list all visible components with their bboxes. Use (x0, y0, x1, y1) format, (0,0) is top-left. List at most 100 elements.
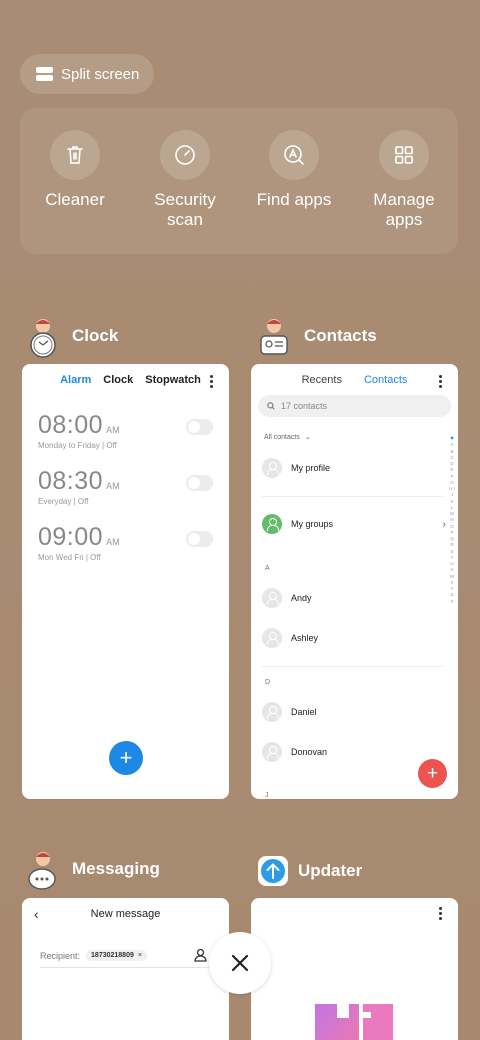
contacts-app-card[interactable]: Recents Contacts 17 contacts All contact… (251, 364, 458, 799)
messaging-app-header[interactable]: Messaging (26, 851, 160, 890)
contacts-app-header[interactable]: Contacts (258, 318, 377, 355)
contact-name: Andy (291, 593, 312, 603)
grid-icon (379, 130, 429, 180)
avatar (262, 742, 282, 762)
divider (262, 666, 444, 667)
clock-app-title: Clock (72, 326, 119, 345)
split-screen-button[interactable]: Split screen (20, 54, 154, 94)
alarm-item[interactable]: 09:00 AM Mon Wed Fri | Off (38, 523, 213, 573)
alarm-repeat: Monday to Friday | Off (38, 441, 117, 450)
avatar (262, 588, 282, 608)
clock-tabs: Alarm Clock Stopwatch (22, 374, 229, 386)
updater-app-card[interactable] (251, 898, 458, 1040)
alarm-ampm: AM (106, 481, 120, 491)
recipient-number: 18730218809 (91, 952, 134, 959)
find-apps-button[interactable]: Find apps (239, 130, 349, 210)
tab-stopwatch[interactable]: Stopwatch (145, 374, 201, 386)
clock-app-icon (26, 318, 62, 358)
contacts-search-input[interactable]: 17 contacts (258, 395, 451, 417)
updater-app-icon (258, 856, 288, 886)
alarm-toggle[interactable] (186, 475, 213, 491)
chevron-down-icon: ⌄ (304, 434, 311, 441)
close-all-button[interactable] (209, 932, 271, 994)
groups-icon (262, 514, 282, 534)
cleaner-button[interactable]: Cleaner (20, 130, 130, 210)
tab-contacts[interactable]: Contacts (364, 374, 407, 386)
search-placeholder: 17 contacts (281, 401, 328, 411)
alphabet-letters: A B C D E F G H I J K L M N O P Q R S T … (449, 442, 455, 604)
contacts-more-icon[interactable] (439, 375, 442, 388)
search-app-icon (269, 130, 319, 180)
contact-name: Donovan (291, 747, 328, 757)
split-screen-icon (36, 66, 53, 82)
clock-app-card[interactable]: Alarm Clock Stopwatch 08:00 AM Monday to … (22, 364, 229, 799)
filter-label: All contacts (264, 434, 300, 441)
alarm-repeat: Everyday | Off (38, 497, 89, 506)
alarm-time: 08:00 (38, 411, 104, 439)
clock-more-icon[interactable] (210, 375, 213, 388)
contact-row[interactable]: Daniel (262, 701, 446, 723)
alphabet-index[interactable]: ♥ A B C D E F G H I J K L M N O P Q R S … (449, 436, 455, 605)
find-apps-label: Find apps (256, 190, 332, 209)
search-icon (267, 402, 275, 410)
contact-row[interactable]: Donovan (262, 741, 446, 763)
add-alarm-button[interactable]: + (109, 741, 143, 775)
updater-app-header[interactable]: Updater (258, 856, 362, 886)
contacts-app-title: Contacts (304, 326, 377, 345)
recipient-label: Recipient: (40, 950, 81, 961)
contacts-filter-dropdown[interactable]: All contacts ⌄ (264, 433, 311, 441)
close-icon (231, 954, 249, 972)
my-profile-label: My profile (291, 463, 331, 473)
messaging-app-title: Messaging (72, 859, 160, 878)
tab-clock[interactable]: Clock (103, 374, 133, 386)
alarm-toggle[interactable] (186, 531, 213, 547)
section-letter: J (265, 792, 269, 799)
new-message-title: New message (90, 908, 161, 920)
tab-recents[interactable]: Recents (302, 374, 342, 386)
divider (262, 496, 444, 497)
section-letter: D (265, 679, 271, 686)
updater-app-title: Updater (298, 861, 363, 880)
clock-app-header[interactable]: Clock (26, 318, 119, 358)
cleaner-label: Cleaner (45, 190, 105, 209)
recipient-chip[interactable]: 18730218809 × (86, 950, 147, 961)
contacts-tabs: Recents Contacts (251, 374, 458, 386)
tab-alarm[interactable]: Alarm (60, 374, 91, 386)
avatar (262, 458, 282, 478)
gauge-icon (160, 130, 210, 180)
updater-more-icon[interactable] (439, 907, 442, 920)
divider (40, 967, 211, 968)
heart-icon: ♥ (450, 436, 454, 442)
messaging-app-card[interactable]: ‹ New message Recipient: 18730218809 × (22, 898, 229, 1040)
alarm-repeat: Mon Wed Fri | Off (38, 553, 101, 562)
alarm-time: 08:30 (38, 467, 104, 495)
section-letter: A (265, 565, 270, 572)
security-scan-label: Security scan (154, 190, 216, 229)
contact-row[interactable]: Andy (262, 587, 446, 609)
contact-name: Ashley (291, 633, 319, 643)
alarm-item[interactable]: 08:00 AM Monday to Friday | Off (38, 411, 213, 461)
contact-row[interactable]: Ashley (262, 627, 446, 649)
manage-apps-label: Manage apps (373, 190, 435, 229)
alarm-toggle[interactable] (186, 419, 213, 435)
messaging-app-icon (26, 851, 62, 890)
contact-name: Daniel (291, 707, 317, 717)
chip-remove-icon[interactable]: × (138, 952, 142, 959)
alarm-ampm: AM (106, 425, 120, 435)
alarm-ampm: AM (106, 537, 120, 547)
my-groups-row[interactable]: My groups › (262, 513, 446, 535)
manage-apps-button[interactable]: Manage apps (349, 130, 459, 230)
plus-icon: + (426, 762, 439, 784)
contact-picker-icon[interactable] (194, 948, 207, 967)
recipient-field[interactable]: Recipient: 18730218809 × (40, 950, 147, 961)
my-profile-row[interactable]: My profile (262, 457, 446, 479)
chevron-right-icon: › (442, 518, 446, 530)
alarm-time: 09:00 (38, 523, 104, 551)
add-contact-button[interactable]: + (418, 759, 447, 788)
trash-icon (50, 130, 100, 180)
quick-actions-panel: Cleaner Security scan Find apps Manage a… (20, 108, 458, 254)
alarm-item[interactable]: 08:30 AM Everyday | Off (38, 467, 213, 517)
miui-logo-image (315, 1004, 395, 1040)
avatar (262, 628, 282, 648)
security-scan-button[interactable]: Security scan (130, 130, 240, 230)
